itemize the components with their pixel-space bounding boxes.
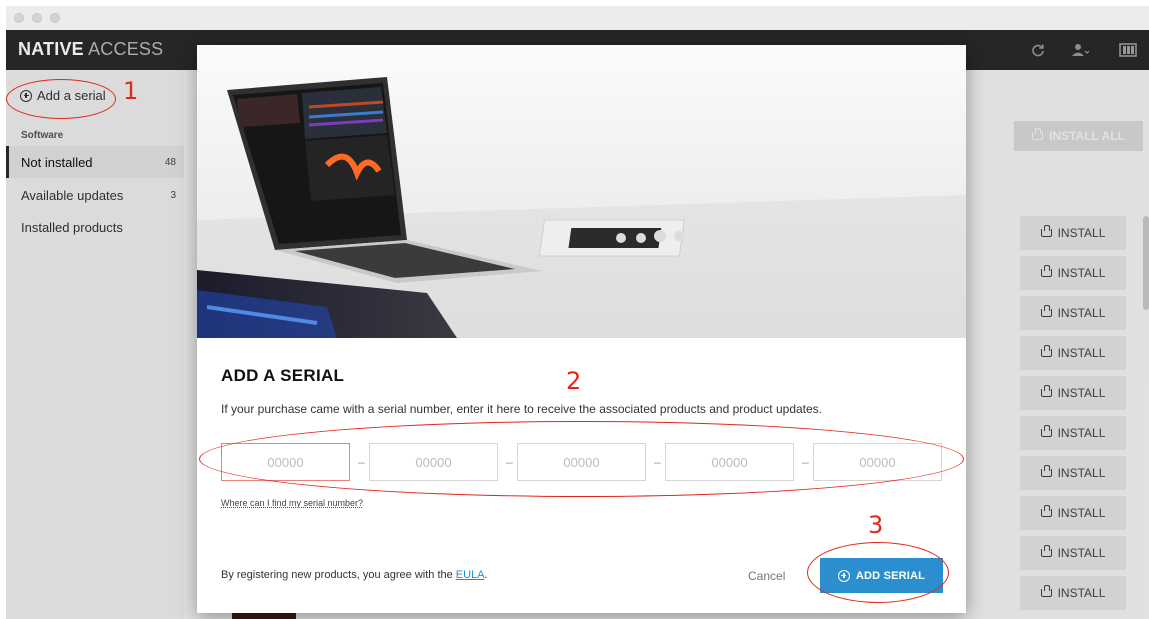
eula-link[interactable]: EULA bbox=[456, 569, 485, 581]
hero-image bbox=[197, 45, 966, 338]
annotation-ellipse-2 bbox=[199, 421, 964, 497]
dialog-title: ADD A SERIAL bbox=[221, 366, 345, 385]
dialog-description: If your purchase came with a serial numb… bbox=[221, 402, 823, 416]
annotation-ellipse-3 bbox=[807, 542, 949, 603]
window-titlebar bbox=[6, 6, 1149, 30]
minimize-window-button[interactable] bbox=[32, 13, 42, 23]
eula-notice: By registering new products, you agree w… bbox=[221, 569, 488, 581]
annotation-ellipse-1 bbox=[6, 79, 116, 119]
annotation-number: 2 bbox=[566, 367, 582, 395]
app-window: NATIVE ACCESS Add a serial Software Not … bbox=[6, 6, 1149, 619]
eula-notice-end: . bbox=[484, 569, 488, 581]
zoom-window-button[interactable] bbox=[50, 13, 60, 23]
add-serial-dialog: ADD A SERIAL If your purchase came with … bbox=[197, 45, 966, 613]
serial-help-link[interactable]: Where can I find my serial number? bbox=[221, 498, 363, 508]
close-window-button[interactable] bbox=[14, 13, 24, 23]
annotation-number: 3 bbox=[868, 511, 884, 539]
annotation-number: 1 bbox=[123, 77, 139, 105]
eula-notice-text: By registering new products, you agree w… bbox=[221, 569, 456, 581]
cancel-button[interactable]: Cancel bbox=[748, 569, 785, 583]
